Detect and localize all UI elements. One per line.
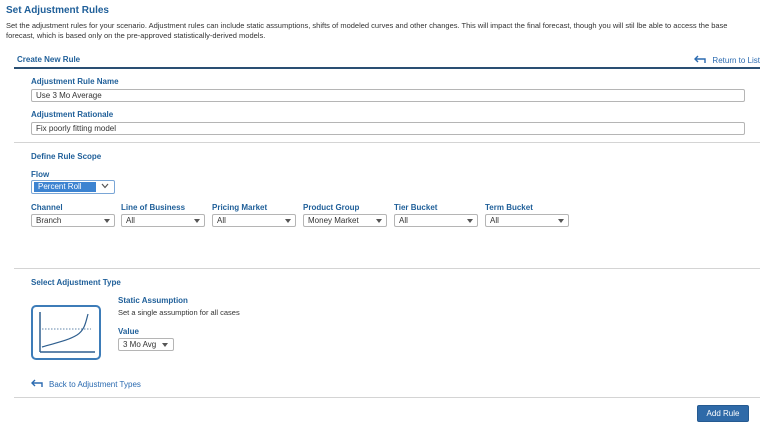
pricing-market-value: All [217,216,226,225]
value-dropdown[interactable]: 3 Mo Avg [118,338,174,351]
chevron-down-icon [101,183,109,191]
rule-name-label: Adjustment Rule Name [31,77,119,86]
product-group-dropdown[interactable]: Money Market [303,214,387,227]
intro-text: Set the adjustment rules for your scenar… [6,21,728,40]
tier-bucket-value: All [399,216,408,225]
rationale-input[interactable] [31,122,745,135]
static-assumption-description: Set a single assumption for all cases [118,308,240,317]
flow-selected-value: Percent Roll [34,182,96,192]
flow-label: Flow [31,170,50,179]
rationale-label: Adjustment Rationale [31,110,114,119]
line-of-business-label: Line of Business [121,203,186,212]
pricing-market-label: Pricing Market [212,203,268,212]
product-group-value: Money Market [308,216,359,225]
return-to-list-label: Return to List [712,56,760,65]
tier-bucket-dropdown[interactable]: All [394,214,478,227]
line-of-business-value: All [126,216,135,225]
divider [14,142,760,143]
back-arrow-icon [31,379,45,390]
term-bucket-dropdown[interactable]: All [485,214,569,227]
caret-down-icon [285,219,291,223]
line-of-business-dropdown[interactable]: All [121,214,205,227]
channel-dropdown[interactable]: Branch [31,214,115,227]
return-to-list-link[interactable]: Return to List [694,55,760,66]
flow-select[interactable]: Percent Roll [31,180,115,194]
section-divider [14,67,760,69]
caret-down-icon [558,219,564,223]
static-assumption-title: Static Assumption [118,296,188,305]
tier-bucket-label: Tier Bucket [394,203,438,212]
rule-name-input[interactable] [31,89,745,102]
back-to-adjustment-types-link[interactable]: Back to Adjustment Types [31,379,141,390]
page-title: Set Adjustment Rules [6,5,109,16]
term-bucket-value: All [490,216,499,225]
product-group-label: Product Group [303,203,360,212]
caret-down-icon [467,219,473,223]
caret-down-icon [194,219,200,223]
caret-down-icon [376,219,382,223]
rule-scope-heading: Define Rule Scope [31,152,102,161]
pricing-market-dropdown[interactable]: All [212,214,296,227]
back-to-adjustment-types-label: Back to Adjustment Types [49,380,141,389]
curve-chart-icon[interactable] [31,305,101,360]
back-arrow-icon [694,55,708,66]
create-rule-header: Create New Rule [17,55,81,64]
term-bucket-label: Term Bucket [485,203,533,212]
divider [14,397,760,398]
adjustment-type-heading: Select Adjustment Type [31,278,121,287]
add-rule-button[interactable]: Add Rule [697,405,749,422]
channel-label: Channel [31,203,63,212]
caret-down-icon [162,343,168,347]
value-selected: 3 Mo Avg [123,340,157,349]
value-label: Value [118,327,139,336]
divider [14,268,760,269]
channel-value: Branch [36,216,62,225]
caret-down-icon [104,219,110,223]
